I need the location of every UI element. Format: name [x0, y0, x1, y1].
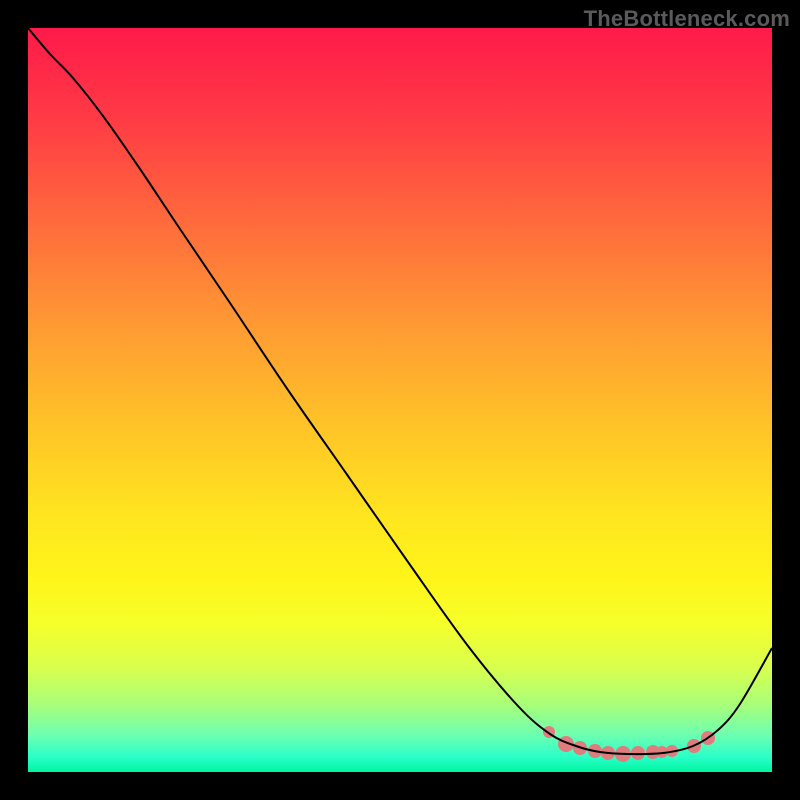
chart-frame: TheBottleneck.com — [0, 0, 800, 800]
scatter-dot — [631, 746, 645, 760]
curve-line — [28, 28, 772, 754]
watermark-text: TheBottleneck.com — [584, 6, 790, 32]
chart-svg — [28, 28, 772, 772]
plot-area — [28, 28, 772, 772]
